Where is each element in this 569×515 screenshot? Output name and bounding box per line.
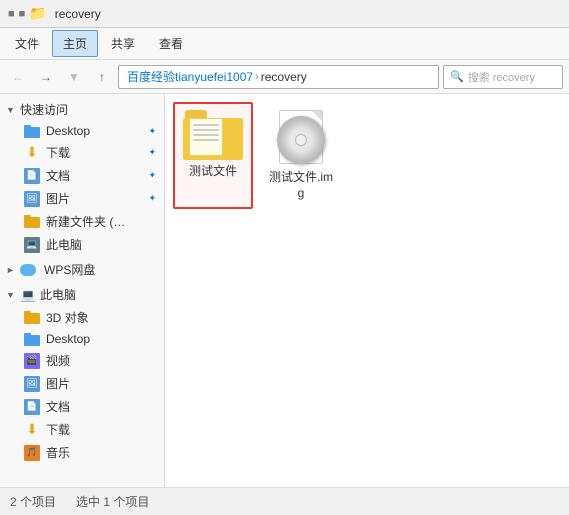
sidebar-item-thispc-quick[interactable]: 💻 此电脑 <box>0 233 164 256</box>
thispc-chevron: ▼ <box>6 290 16 300</box>
item-count: 2 个项目 <box>10 493 56 510</box>
title-bar-icon1: ■ <box>8 8 15 20</box>
search-box[interactable]: 🔍 搜索 recovery <box>443 65 563 89</box>
file-item-img[interactable]: 测试文件.img <box>261 102 341 209</box>
sidebar-item-downloads2[interactable]: ⬇ 下载 <box>0 418 164 441</box>
sidebar-item-3d[interactable]: 3D 对象 <box>0 306 164 329</box>
forward-button[interactable]: → <box>34 65 58 89</box>
title-bar: ■ ■ 📁 recovery <box>0 0 569 28</box>
this-pc-section: ▼ 💻 此电脑 3D 对象 Desktop 🎬 视 <box>0 283 164 464</box>
title-bar-icon2: ■ <box>19 8 26 20</box>
sidebar-item-music[interactable]: 🎵 音乐 <box>0 441 164 464</box>
search-placeholder: 搜索 recovery <box>468 69 535 85</box>
quick-access-label: 快速访问 <box>20 101 68 118</box>
sidebar-item-newfolder-label: 新建文件夹 (… <box>46 213 125 230</box>
quick-access-chevron: ▼ <box>6 105 16 115</box>
sidebar-item-video[interactable]: 🎬 视频 <box>0 349 164 372</box>
wps-label: WPS网盘 <box>44 261 95 278</box>
documents2-icon: 📄 <box>24 399 40 415</box>
sidebar-item-pictures[interactable]: 🖼 图片 ✦ <box>0 187 164 210</box>
img-disc-center <box>295 134 307 146</box>
sidebar-item-desktop[interactable]: Desktop ✦ <box>0 121 164 141</box>
video-icon: 🎬 <box>24 353 40 369</box>
sidebar-3d-label: 3D 对象 <box>46 309 89 326</box>
img-file-icon <box>273 110 329 166</box>
ribbon-tab-view[interactable]: 查看 <box>148 30 194 57</box>
download-icon: ⬇ <box>24 145 40 161</box>
pictures2-icon: 🖼 <box>24 376 40 392</box>
music-icon: 🎵 <box>24 445 40 461</box>
cloud-icon <box>20 264 36 276</box>
recent-button[interactable]: ▼ <box>62 65 86 89</box>
sidebar-desktop2-label: Desktop <box>46 332 90 346</box>
address-link[interactable]: 百度经验tianyuefei1007 <box>127 68 253 85</box>
folder-blue-icon <box>24 125 40 138</box>
ribbon: 文件 主页 共享 查看 <box>0 28 569 60</box>
sidebar-item-documents-label: 文档 <box>46 167 70 184</box>
pin-icon-dl: ✦ <box>148 147 156 158</box>
title-folder-icon: 📁 <box>29 5 46 22</box>
img-file-label: 测试文件.img <box>267 170 335 201</box>
pictures-icon: 🖼 <box>24 191 40 207</box>
folder-3d-icon <box>24 311 40 324</box>
wps-section: ► WPS网盘 <box>0 258 164 281</box>
main-area: ▼ 快速访问 Desktop ✦ ⬇ 下载 ✦ 📄 文档 <box>0 94 569 487</box>
this-pc-label: 此电脑 <box>40 286 76 303</box>
sidebar-item-thispc-quick-label: 此电脑 <box>46 236 82 253</box>
documents-icon: 📄 <box>24 168 40 184</box>
back-button[interactable]: ← <box>6 65 30 89</box>
title-text: recovery <box>55 7 101 21</box>
pin-icon: ✦ <box>148 126 156 137</box>
wps-chevron: ► <box>6 265 16 275</box>
new-folder-icon <box>24 215 40 228</box>
this-pc-header[interactable]: ▼ 💻 此电脑 <box>0 283 164 306</box>
pc-icon-quick: 💻 <box>24 237 40 253</box>
quick-access-header[interactable]: ▼ 快速访问 <box>0 98 164 121</box>
sidebar: ▼ 快速访问 Desktop ✦ ⬇ 下载 ✦ 📄 文档 <box>0 94 165 487</box>
search-icon: 🔍 <box>450 70 464 83</box>
title-bar-icons: ■ ■ 📁 <box>8 5 47 22</box>
pin-icon-pic: ✦ <box>148 193 156 204</box>
sidebar-item-documents2[interactable]: 📄 文档 <box>0 395 164 418</box>
folder-desktop-icon <box>24 333 40 346</box>
file-item-folder[interactable]: 测试文件 <box>173 102 253 209</box>
folder-file-label: 测试文件 <box>189 164 237 180</box>
sidebar-downloads2-label: 下载 <box>46 421 70 438</box>
address-current: recovery <box>261 70 307 84</box>
sidebar-music-label: 音乐 <box>46 444 70 461</box>
wps-header[interactable]: ► WPS网盘 <box>0 258 164 281</box>
sidebar-item-desktop2[interactable]: Desktop <box>0 329 164 349</box>
sidebar-item-newfolder[interactable]: 新建文件夹 (… <box>0 210 164 233</box>
sidebar-pictures2-label: 图片 <box>46 375 70 392</box>
up-button[interactable]: ↑ <box>90 65 114 89</box>
sidebar-video-label: 视频 <box>46 352 70 369</box>
large-folder-icon <box>183 110 243 160</box>
sidebar-item-pictures2[interactable]: 🖼 图片 <box>0 372 164 395</box>
img-disc-icon <box>277 116 325 164</box>
ribbon-tab-share[interactable]: 共享 <box>100 30 146 57</box>
sidebar-item-documents[interactable]: 📄 文档 ✦ <box>0 164 164 187</box>
sidebar-item-downloads-label: 下载 <box>46 144 70 161</box>
sidebar-item-desktop-label: Desktop <box>46 124 90 138</box>
sidebar-item-downloads[interactable]: ⬇ 下载 ✦ <box>0 141 164 164</box>
pc-icon: 💻 <box>20 287 36 303</box>
ribbon-tab-file[interactable]: 文件 <box>4 30 50 57</box>
pin-icon-doc: ✦ <box>148 170 156 181</box>
nav-bar: ← → ▼ ↑ 百度经验tianyuefei1007 › recovery 🔍 … <box>0 60 569 94</box>
sidebar-item-pictures-label: 图片 <box>46 190 70 207</box>
quick-access-section: ▼ 快速访问 Desktop ✦ ⬇ 下载 ✦ 📄 文档 <box>0 98 164 256</box>
folder-paper-lines <box>193 124 219 144</box>
address-bar[interactable]: 百度经验tianyuefei1007 › recovery <box>118 65 439 89</box>
selected-count: 选中 1 个项目 <box>76 493 149 510</box>
ribbon-tab-home[interactable]: 主页 <box>52 30 98 57</box>
sidebar-documents2-label: 文档 <box>46 398 70 415</box>
download2-icon: ⬇ <box>24 422 40 438</box>
file-view[interactable]: 测试文件 测试文件.img <box>165 94 569 487</box>
address-separator: › <box>255 71 259 83</box>
status-bar: 2 个项目 选中 1 个项目 <box>0 487 569 515</box>
